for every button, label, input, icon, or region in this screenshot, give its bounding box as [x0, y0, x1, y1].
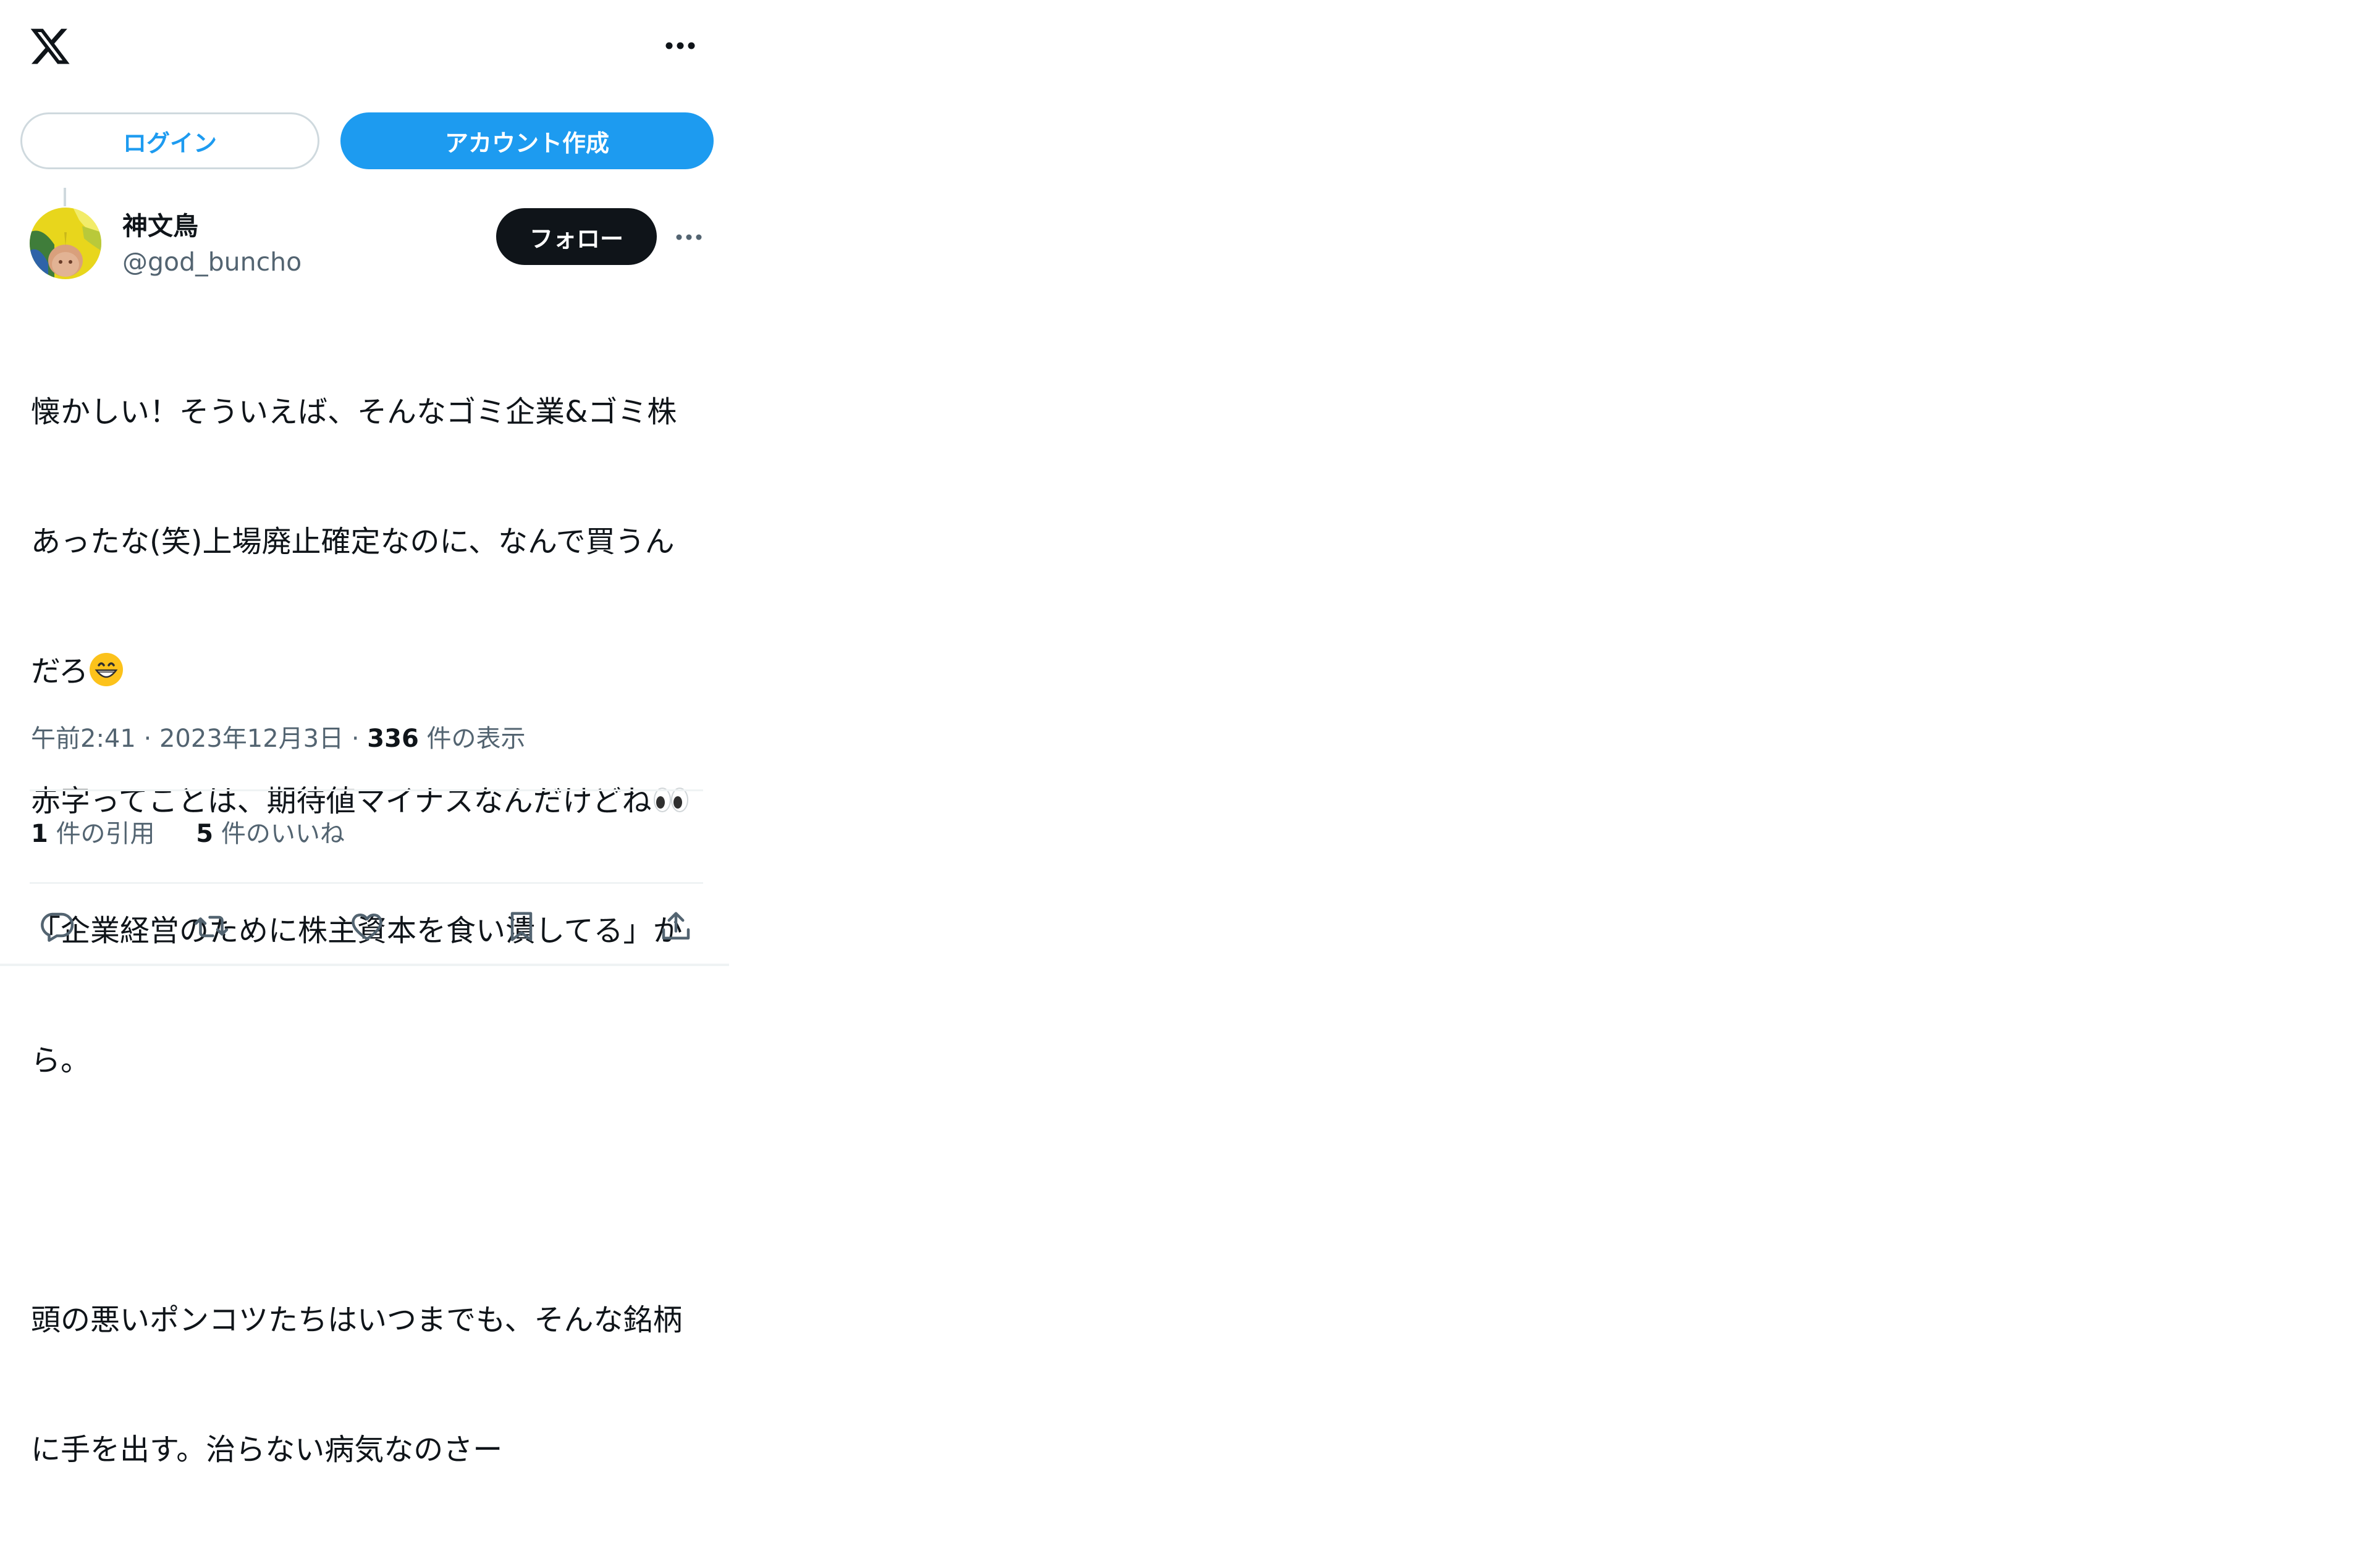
- divider: [30, 789, 703, 791]
- tweet-text-line: 頭の悪いポンコツたちはいつまでも、そんな銘柄: [31, 1303, 683, 1337]
- quotes-count: 1: [31, 820, 48, 848]
- views-count: 336: [367, 725, 419, 753]
- create-account-button[interactable]: アカウント作成: [340, 112, 714, 169]
- likes-count: 5: [196, 820, 214, 848]
- divider: [30, 882, 703, 884]
- bookmark-icon[interactable]: [497, 902, 546, 951]
- quotes-label: 件の引用: [56, 820, 155, 848]
- login-button[interactable]: ログイン: [20, 112, 319, 169]
- top-bar: [0, 0, 729, 99]
- tweet-text-line: あったな(笑)上場廃止確定なのに、なんで買うん: [31, 524, 675, 559]
- author-handle[interactable]: @god_buncho: [122, 246, 302, 278]
- reply-icon[interactable]: [32, 902, 82, 951]
- thread-connector: [64, 188, 66, 206]
- tweet-text-line: だろ: [31, 650, 711, 693]
- tweet-time[interactable]: 午前2:41: [31, 725, 136, 753]
- follow-button[interactable]: フォロー: [496, 208, 657, 265]
- tweet-date[interactable]: 2023年12月3日: [159, 725, 344, 753]
- tweet-meta: 午前2:41 · 2023年12月3日 · 336 件の表示: [31, 723, 526, 755]
- retweet-icon[interactable]: [187, 902, 236, 951]
- likes-label: 件のいいね: [221, 820, 345, 848]
- quotes-stat[interactable]: 1 件の引用: [31, 818, 155, 850]
- tweet-text-line: に手を出す。治らない病気なのさー: [31, 1432, 503, 1467]
- eyes-emoji: [652, 783, 690, 813]
- avatar[interactable]: [30, 208, 101, 279]
- meta-separator: ·: [143, 725, 152, 753]
- grinning-face-emoji: [88, 652, 124, 687]
- tweet-text-line: ら。: [31, 1043, 91, 1078]
- share-icon[interactable]: [651, 902, 701, 951]
- author-name[interactable]: 神文鳥: [122, 210, 198, 242]
- action-bar: [0, 902, 729, 951]
- tweet-stats: 1 件の引用 5 件のいいね: [31, 818, 378, 850]
- tweet-text-line: 赤字ってことは、期待値マイナスなんだけどね: [31, 780, 711, 823]
- views-label: 件の表示: [426, 725, 526, 753]
- meta-separator: ·: [351, 725, 360, 753]
- likes-stat[interactable]: 5 件のいいね: [196, 818, 345, 850]
- x-logo-icon[interactable]: [28, 25, 72, 68]
- tweet-more-icon[interactable]: [670, 225, 707, 250]
- tweet-text-segment: だろ: [31, 654, 89, 689]
- more-horizontal-icon[interactable]: [659, 33, 702, 58]
- tweet-panel: ログイン アカウント作成 神文鳥 @god_buncho フォロー 懐かしい！そ…: [0, 0, 729, 1467]
- heart-icon[interactable]: [342, 902, 392, 951]
- tweet-text-line: 懐かしい！そういえば、そんなゴミ企業&ゴミ株: [31, 395, 677, 429]
- tweet-text-blank-line: ​: [31, 1169, 711, 1212]
